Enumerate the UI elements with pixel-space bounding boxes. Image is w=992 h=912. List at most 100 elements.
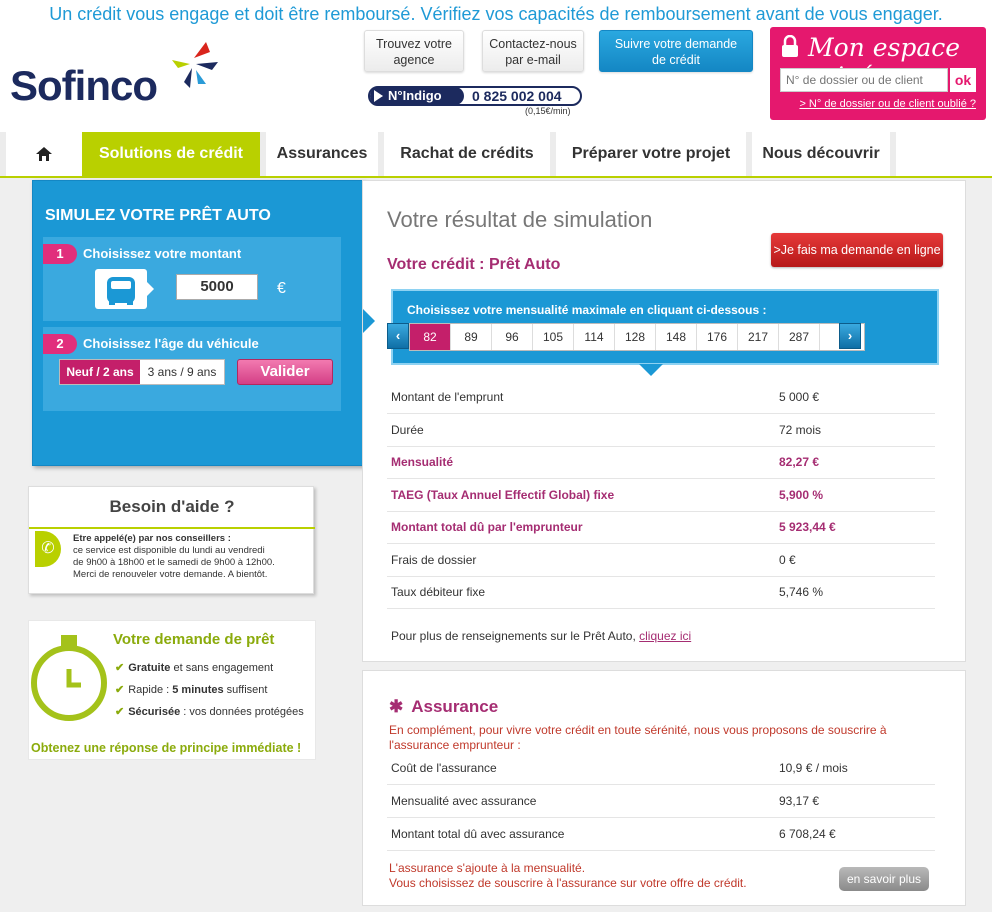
phone-icon[interactable]: ✆ — [35, 531, 61, 567]
nav-nous-decouvrir[interactable]: Nous découvrir — [752, 132, 890, 176]
apply-online-button[interactable]: >Je fais ma demande en ligne — [771, 233, 943, 267]
contact-email-button[interactable]: Contactez-nous par e-mail — [482, 30, 584, 72]
benefit-secure: ✔ Sécurisée : vos données protégées — [115, 706, 304, 718]
result-title: Votre résultat de simulation — [387, 207, 653, 232]
step-amount: 1 Choisissez votre montant 5000 € — [43, 237, 341, 321]
monthly-option[interactable]: 89 — [451, 324, 492, 350]
help-title: Besoin d'aide ? — [109, 497, 235, 516]
asterisk-icon: ✱ — [389, 697, 404, 716]
help-text: Etre appelé(e) par nos conseillers : ce … — [73, 533, 275, 580]
row-value: 10,9 € / mois — [779, 761, 848, 775]
result-row: Montant de l'emprunt 5 000 € — [387, 381, 935, 414]
amount-input[interactable]: 5000 — [176, 274, 258, 300]
monthly-option[interactable]: 105 — [533, 324, 574, 350]
simulator-title: SIMULEZ VOTRE PRÊT AUTO — [45, 207, 271, 224]
row-value: 82,27 € — [779, 455, 820, 469]
more-info: Pour plus de renseignements sur le Prêt … — [391, 629, 692, 643]
monthly-option[interactable]: 148 — [656, 324, 697, 350]
request-footer: Obtenez une réponse de principe immédiat… — [31, 741, 302, 755]
row-label: Mensualité avec assurance — [391, 794, 537, 808]
row-label: Montant de l'emprunt — [391, 390, 504, 404]
nav-rachat-credits[interactable]: Rachat de crédits — [384, 132, 550, 176]
auto-loan-simulator: SIMULEZ VOTRE PRÊT AUTO 1 Choisissez vot… — [32, 180, 365, 466]
step-label: Choisissez l'âge du véhicule — [83, 336, 259, 351]
phone-number: 0 825 002 004 — [472, 88, 562, 104]
lock-icon — [782, 35, 798, 57]
step-number: 1 — [43, 244, 77, 264]
vehicle-age-toggle: Neuf / 2 ans 3 ans / 9 ans — [59, 359, 225, 385]
row-value: 5 000 € — [779, 390, 820, 404]
indigo-phone-number: N°Indigo 0 825 002 004 — [368, 86, 582, 106]
client-number-input[interactable] — [780, 68, 948, 92]
sofinco-logo[interactable]: Sofinco — [10, 62, 158, 110]
insurance-row: Montant total dû avec assurance 6 708,24 … — [387, 818, 935, 851]
insurance-row: Mensualité avec assurance 93,17 € — [387, 785, 935, 818]
result-row: Montant total dû par l'emprunteur 5 923,4… — [387, 511, 935, 544]
row-value: 72 mois — [779, 422, 822, 437]
insurance-row: Coût de l'assurance 10,9 € / mois — [387, 752, 935, 785]
forgot-number-link[interactable]: > N° de dossier ou de client oublié ? — [799, 98, 976, 110]
stopwatch-icon — [31, 645, 107, 721]
nav-assurances[interactable]: Assurances — [266, 132, 378, 176]
monthly-option[interactable]: 114 — [574, 324, 615, 350]
row-value: 5,746 % — [779, 585, 824, 599]
next-arrow-button[interactable]: › — [839, 323, 861, 349]
step-number: 2 — [43, 334, 77, 354]
track-request-button[interactable]: Suivre votre demande de crédit — [599, 30, 753, 72]
insurance-panel: ✱ Assurance En complément, pour vivre vot… — [362, 670, 966, 906]
validate-button[interactable]: Valider — [237, 359, 333, 385]
learn-more-button[interactable]: en savoir plus — [839, 867, 929, 891]
credit-type: Votre crédit : Prêt Auto — [387, 256, 561, 273]
result-row: Frais de dossier 0 € — [387, 544, 935, 577]
option-new[interactable]: Neuf / 2 ans — [60, 360, 140, 384]
home-button[interactable] — [6, 132, 82, 176]
insurance-title: ✱ Assurance — [389, 697, 499, 716]
option-used[interactable]: 3 ans / 9 ans — [140, 360, 224, 384]
login-ok-button[interactable]: ok — [950, 68, 976, 92]
row-label: Taux débiteur fixe — [391, 585, 486, 599]
row-value: 5 923,44 € — [779, 520, 836, 534]
private-space-panel: Mon espace privé ok > N° de dossier ou d… — [770, 27, 986, 120]
main-nav: Solutions de crédit Assurances Rachat de… — [0, 132, 992, 178]
currency-label: € — [277, 280, 286, 297]
request-title: Votre demande de prêt — [113, 631, 275, 648]
check-icon: ✔ — [115, 662, 125, 674]
prev-arrow-button[interactable]: ‹ — [387, 323, 409, 349]
check-icon: ✔ — [115, 706, 125, 718]
row-value: 5,900 % — [779, 487, 824, 502]
car-icon — [95, 269, 154, 309]
step-vehicle-age: 2 Choisissez l'âge du véhicule Neuf / 2 … — [43, 327, 341, 411]
home-icon — [36, 146, 52, 161]
row-label: TAEG (Taux Annuel Effectif Global) fixe — [391, 487, 615, 502]
nav-solutions-credit[interactable]: Solutions de crédit — [82, 132, 260, 176]
help-box: Besoin d'aide ? ✆ Etre appelé(e) par nos… — [28, 486, 315, 594]
loan-request-box: Votre demande de prêt ✔ Gratuite et sans … — [28, 620, 316, 760]
row-label: Durée — [391, 422, 424, 437]
monthly-option[interactable]: 217 — [738, 324, 779, 350]
monthly-option[interactable]: 82 — [410, 324, 451, 350]
monthly-option[interactable]: 128 — [615, 324, 656, 350]
indigo-tag: N°Indigo — [370, 87, 464, 105]
monthly-option[interactable]: 176 — [697, 324, 738, 350]
nav-preparer-projet[interactable]: Préparer votre projet — [556, 132, 746, 176]
click-here-link[interactable]: cliquez ici — [639, 629, 691, 643]
row-label: Montant total dû par l'emprunteur — [391, 520, 583, 534]
result-row: Durée 72 mois — [387, 414, 935, 447]
monthly-payment-selector: Choisissez votre mensualité maximale en … — [387, 289, 939, 376]
row-label: Mensualité — [391, 455, 454, 469]
find-agency-button[interactable]: Trouvez votre agence — [364, 30, 464, 72]
step-label: Choisissez votre montant — [83, 246, 242, 261]
row-value: 0 € — [779, 552, 796, 567]
monthly-option[interactable]: 287 — [779, 324, 820, 350]
insurance-footer: L'assurance s'ajoute à la mensualité. Vo… — [389, 861, 747, 890]
monthly-options: 82 89 96 105 114 128 148 176 217 287 — [409, 323, 865, 351]
insurance-intro: En complément, pour vivre votre crédit e… — [389, 723, 887, 752]
benefit-fast: ✔ Rapide : 5 minutes suffisent — [115, 684, 268, 696]
row-value: 93,17 € — [779, 794, 820, 808]
result-row: TAEG (Taux Annuel Effectif Global) fixe 5… — [387, 479, 935, 512]
monthly-selector-label: Choisissez votre mensualité maximale en … — [407, 303, 767, 317]
monthly-option[interactable]: 96 — [492, 324, 533, 350]
row-label: Frais de dossier — [391, 552, 477, 567]
call-price: (0,15€/min) — [525, 106, 571, 116]
result-row: Mensualité 82,27 € — [387, 446, 935, 479]
